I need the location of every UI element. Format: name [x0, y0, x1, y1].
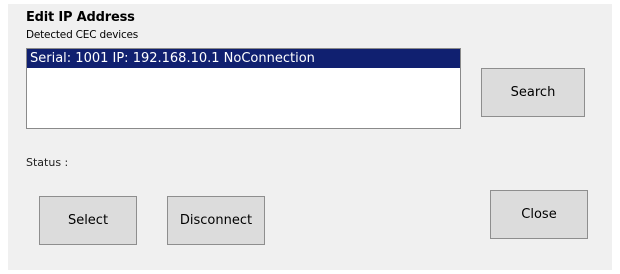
search-button[interactable]: Search: [481, 68, 585, 117]
device-listbox[interactable]: Serial: 1001 IP: 192.168.10.1 NoConnecti…: [26, 48, 461, 129]
dialog-title: Edit IP Address: [26, 10, 135, 25]
detected-devices-label: Detected CEC devices: [26, 29, 139, 41]
disconnect-button[interactable]: Disconnect: [167, 196, 265, 245]
close-button[interactable]: Close: [490, 190, 588, 239]
edit-ip-dialog: Edit IP Address Detected CEC devices Ser…: [8, 4, 612, 270]
status-label: Status :: [26, 156, 69, 169]
select-button[interactable]: Select: [39, 196, 137, 245]
device-list-item[interactable]: Serial: 1001 IP: 192.168.10.1 NoConnecti…: [27, 49, 460, 68]
